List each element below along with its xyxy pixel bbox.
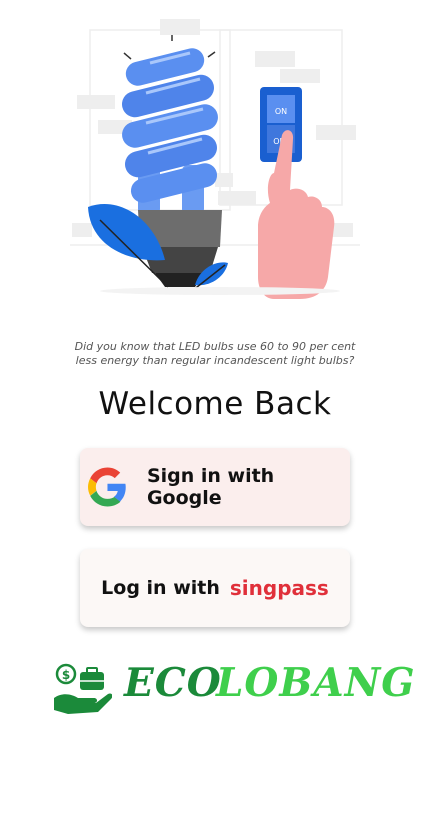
welcome-title: Welcome Back bbox=[98, 386, 332, 422]
hero-illustration: ON OFF bbox=[70, 19, 360, 299]
ecolobang-brand: $ ECO LOBANG bbox=[50, 660, 415, 720]
money-hand-icon: $ bbox=[54, 663, 112, 714]
google-button-label: Sign in with Google bbox=[146, 465, 275, 509]
tip-line-1: Did you know that LED bulbs use 60 to 90… bbox=[74, 340, 356, 353]
bg-block bbox=[280, 69, 320, 83]
bg-block bbox=[218, 191, 256, 205]
svg-text:$: $ bbox=[62, 668, 70, 682]
singpass-login-button[interactable]: Log in with singpass bbox=[80, 549, 350, 627]
light-ray bbox=[123, 52, 132, 60]
switch-on-label: ON bbox=[275, 107, 287, 116]
bg-block bbox=[72, 223, 92, 237]
bg-block bbox=[255, 51, 295, 67]
bg-block bbox=[316, 125, 356, 140]
brand-name-eco: ECO bbox=[124, 660, 222, 706]
google-g-icon bbox=[88, 467, 126, 507]
energy-tip: Did you know that LED bulbs use 60 to 90… bbox=[40, 340, 390, 368]
singpass-button-label: Log in with bbox=[101, 577, 220, 599]
bg-block bbox=[160, 19, 200, 35]
light-ray bbox=[207, 51, 216, 58]
bg-block bbox=[215, 173, 233, 187]
google-sign-in-button[interactable]: Sign in with Google bbox=[80, 448, 350, 526]
bg-block bbox=[77, 95, 115, 109]
singpass-logo-text: singpass bbox=[229, 576, 329, 600]
tip-line-2: less energy than regular incandescent li… bbox=[75, 354, 355, 367]
bulb-spiral bbox=[122, 48, 218, 203]
brand-name-lobang: LOBANG bbox=[216, 660, 416, 706]
